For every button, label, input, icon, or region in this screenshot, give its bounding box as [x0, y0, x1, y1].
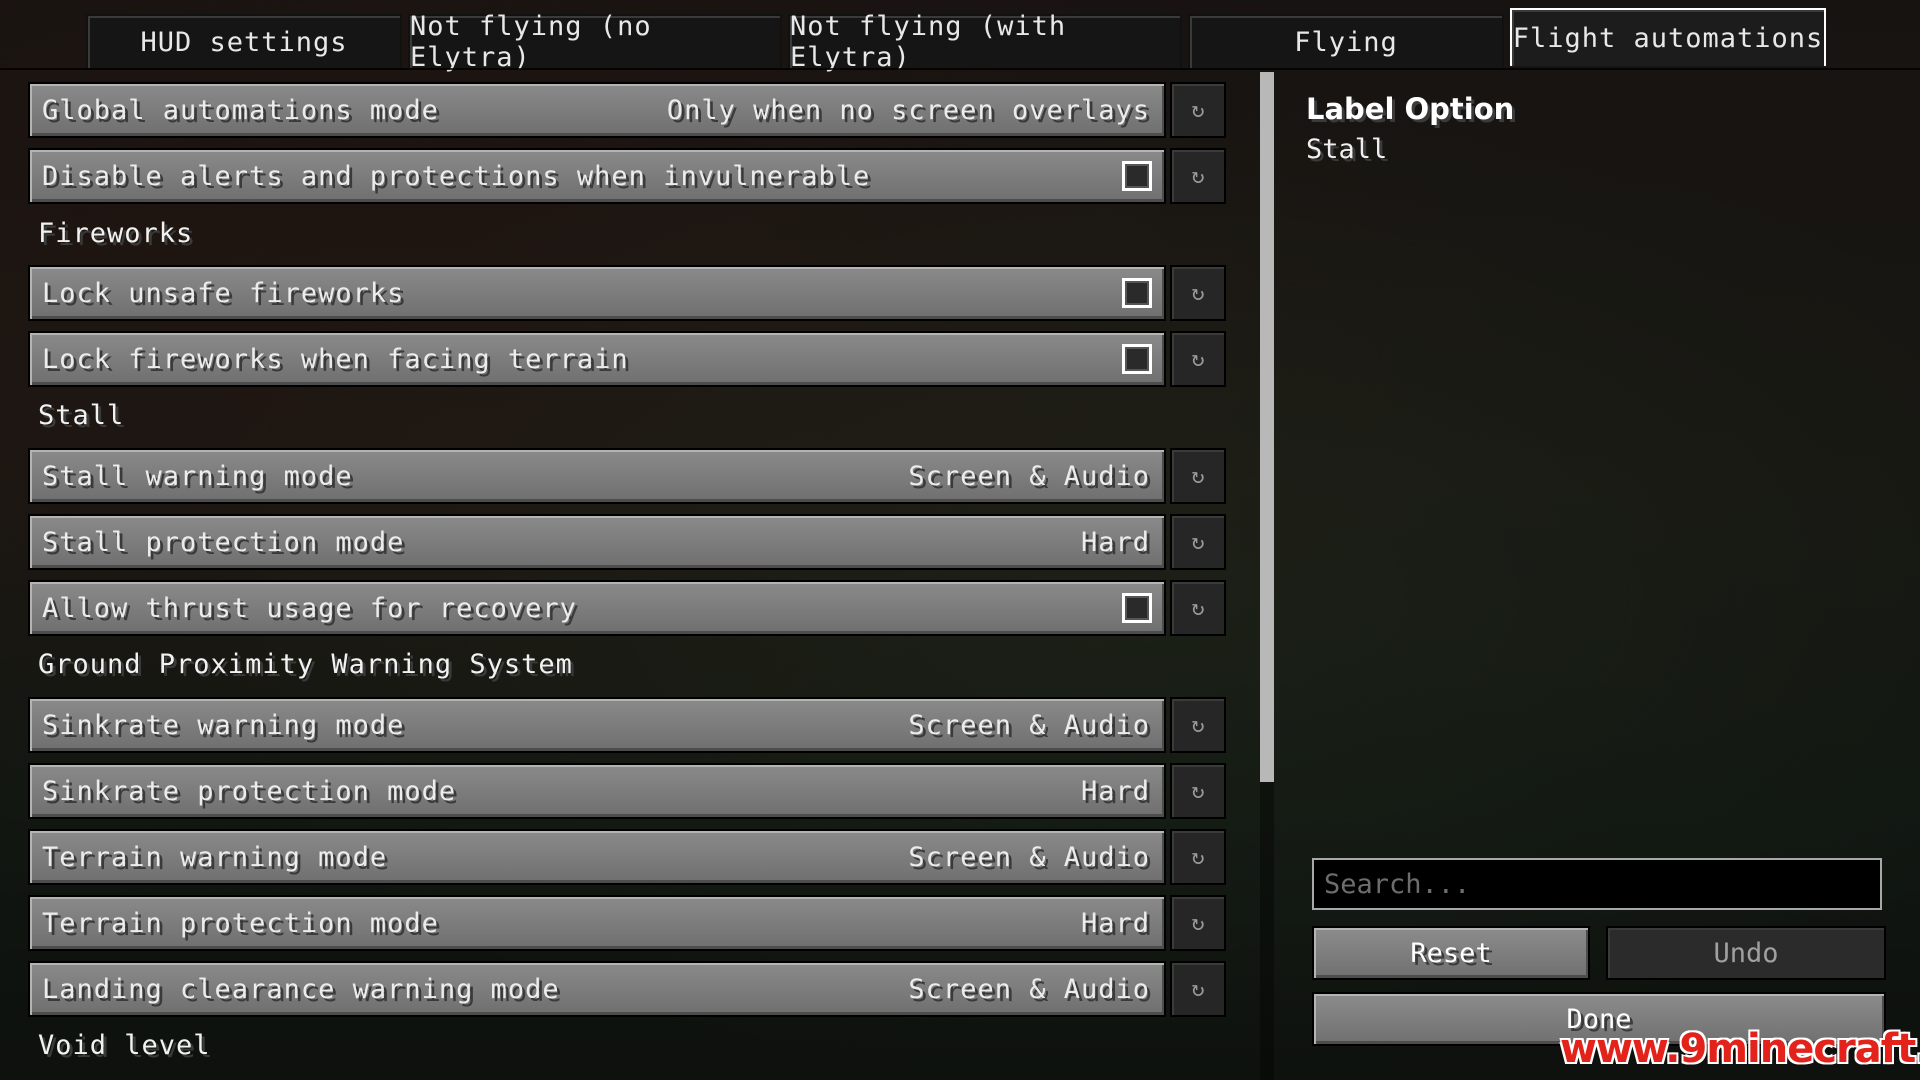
- landing-clearance-warning-button[interactable]: Landing clearance warning mode Screen & …: [28, 961, 1166, 1017]
- reset-icon[interactable]: ↻: [1170, 331, 1226, 387]
- tab-hud-settings[interactable]: HUD settings: [86, 14, 402, 68]
- checkbox[interactable]: [1122, 278, 1152, 308]
- option-label: Sinkrate warning mode: [42, 709, 405, 741]
- option-row: Stall protection mode Hard ↻: [28, 514, 1228, 572]
- reset-icon[interactable]: ↻: [1170, 763, 1226, 819]
- disable-alerts-toggle[interactable]: Disable alerts and protections when invu…: [28, 148, 1166, 204]
- tab-not-flying-with-elytra[interactable]: Not flying (with Elytra): [788, 11, 1182, 73]
- option-label: Lock fireworks when facing terrain: [42, 343, 629, 375]
- global-automations-mode-button[interactable]: Global automations mode Only when no scr…: [28, 82, 1166, 138]
- option-row: Disable alerts and protections when invu…: [28, 148, 1228, 206]
- reset-icon[interactable]: ↻: [1170, 580, 1226, 636]
- tab-flying[interactable]: Flying: [1188, 14, 1504, 68]
- option-row: Sinkrate warning mode Screen & Audio ↻: [28, 697, 1228, 755]
- reset-icon[interactable]: ↻: [1170, 514, 1226, 570]
- option-label: Disable alerts and protections when invu…: [42, 160, 871, 192]
- option-label: Sinkrate protection mode: [42, 775, 457, 807]
- lock-unsafe-fireworks-toggle[interactable]: Lock unsafe fireworks: [28, 265, 1166, 321]
- section-heading-stall: Stall: [38, 400, 125, 431]
- option-row: Terrain protection mode Hard ↻: [28, 895, 1228, 953]
- option-value: Hard: [1080, 907, 1150, 939]
- undo-button[interactable]: Undo: [1606, 926, 1886, 980]
- option-row: Global automations mode Only when no scr…: [28, 82, 1228, 140]
- option-value: Hard: [1080, 775, 1150, 807]
- option-value: Screen & Audio: [908, 709, 1150, 741]
- checkbox[interactable]: [1122, 161, 1152, 191]
- reset-icon[interactable]: ↻: [1170, 961, 1226, 1017]
- option-label: Terrain protection mode: [42, 907, 439, 939]
- option-value: Screen & Audio: [908, 841, 1150, 873]
- reset-icon[interactable]: ↻: [1170, 148, 1226, 204]
- option-value: Screen & Audio: [908, 973, 1150, 1005]
- lock-fireworks-terrain-toggle[interactable]: Lock fireworks when facing terrain: [28, 331, 1166, 387]
- sinkrate-protection-mode-button[interactable]: Sinkrate protection mode Hard: [28, 763, 1166, 819]
- terrain-warning-mode-button[interactable]: Terrain warning mode Screen & Audio: [28, 829, 1166, 885]
- reset-icon[interactable]: ↻: [1170, 265, 1226, 321]
- option-label: Allow thrust usage for recovery: [42, 592, 577, 624]
- thrust-recovery-toggle[interactable]: Allow thrust usage for recovery: [28, 580, 1166, 636]
- watermark-logo: www.9minecraft.net: [1560, 1026, 1920, 1072]
- reset-icon[interactable]: ↻: [1170, 829, 1226, 885]
- option-row: Landing clearance warning mode Screen & …: [28, 961, 1228, 1019]
- option-row: Terrain warning mode Screen & Audio ↻: [28, 829, 1228, 887]
- option-label: Landing clearance warning mode: [42, 973, 560, 1005]
- option-row: Stall warning mode Screen & Audio ↻: [28, 448, 1228, 506]
- option-row: Lock unsafe fireworks ↻: [28, 265, 1228, 323]
- option-row: Sinkrate protection mode Hard ↻: [28, 763, 1228, 821]
- option-label: Stall warning mode: [42, 460, 353, 492]
- option-value: Hard: [1080, 526, 1150, 558]
- section-heading-fireworks: Fireworks: [38, 218, 194, 249]
- stall-warning-mode-button[interactable]: Stall warning mode Screen & Audio: [28, 448, 1166, 504]
- reset-icon[interactable]: ↻: [1170, 82, 1226, 138]
- option-label: Lock unsafe fireworks: [42, 277, 405, 309]
- option-label: Stall protection mode: [42, 526, 405, 558]
- panel-subtitle: Stall: [1306, 134, 1388, 165]
- section-heading-gpws: Ground Proximity Warning System: [38, 649, 573, 680]
- reset-icon[interactable]: ↻: [1170, 895, 1226, 951]
- option-value: Only when no screen overlays: [666, 94, 1150, 126]
- option-label: Terrain warning mode: [42, 841, 388, 873]
- tab-not-flying-no-elytra[interactable]: Not flying (no Elytra): [408, 11, 782, 73]
- tab-divider: [0, 68, 1920, 70]
- checkbox[interactable]: [1122, 593, 1152, 623]
- reset-button[interactable]: Reset: [1312, 926, 1590, 980]
- reset-icon[interactable]: ↻: [1170, 448, 1226, 504]
- sinkrate-warning-mode-button[interactable]: Sinkrate warning mode Screen & Audio: [28, 697, 1166, 753]
- search-input[interactable]: [1312, 858, 1882, 910]
- scrollbar-thumb[interactable]: [1260, 72, 1274, 782]
- checkbox[interactable]: [1122, 344, 1152, 374]
- option-row: Allow thrust usage for recovery ↻: [28, 580, 1228, 638]
- tab-flight-automations[interactable]: Flight automations: [1510, 8, 1826, 66]
- option-value: Screen & Audio: [908, 460, 1150, 492]
- option-label: Global automations mode: [42, 94, 439, 126]
- reset-icon[interactable]: ↻: [1170, 697, 1226, 753]
- terrain-protection-mode-button[interactable]: Terrain protection mode Hard: [28, 895, 1166, 951]
- section-heading-void-level: Void level: [38, 1030, 211, 1061]
- stall-protection-mode-button[interactable]: Stall protection mode Hard: [28, 514, 1166, 570]
- tab-bar: HUD settings Not flying (no Elytra) Not …: [86, 8, 1826, 73]
- option-row: Lock fireworks when facing terrain ↻: [28, 331, 1228, 389]
- panel-title: Label Option: [1306, 92, 1515, 126]
